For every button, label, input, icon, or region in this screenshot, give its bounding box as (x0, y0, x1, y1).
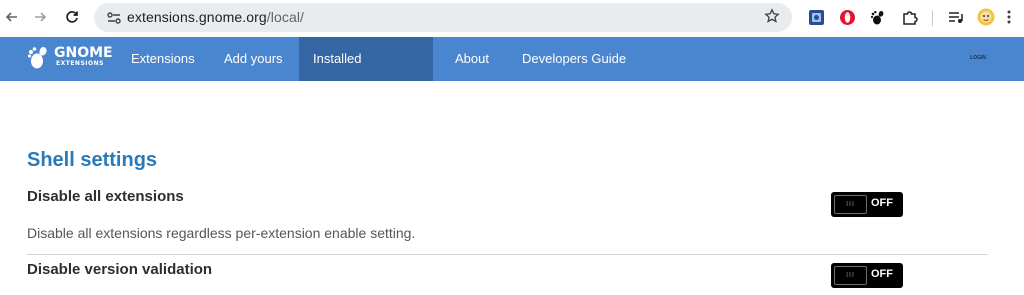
bookmark-star-icon[interactable] (764, 8, 780, 29)
settings-divider (27, 254, 988, 255)
toggle-state-label: OFF (871, 197, 893, 209)
site-settings-icon[interactable] (106, 10, 122, 26)
address-bar[interactable]: extensions.gnome.org/local/ (94, 3, 792, 32)
logo-subtext: EXTENSIONS (56, 60, 104, 67)
gnome-foot-icon[interactable] (868, 8, 886, 26)
toggle-knob[interactable]: III (834, 266, 867, 285)
extension-gnome-icon[interactable] (807, 8, 825, 26)
gnome-extensions-logo[interactable]: GNOME EXTENSIONS (26, 43, 113, 75)
profile-avatar-icon[interactable] (977, 8, 995, 26)
section-title: Shell settings (27, 149, 158, 171)
toggle-knob[interactable]: III (834, 195, 867, 214)
login-link[interactable]: LOGIN (970, 55, 986, 61)
site-header: GNOME EXTENSIONS Extensions Add yours In… (0, 37, 1024, 110)
kebab-menu-icon[interactable] (1003, 8, 1015, 26)
toggle-state-label: OFF (871, 268, 893, 280)
nav-add-yours[interactable]: Add yours (210, 37, 297, 81)
back-arrow-icon[interactable] (1, 6, 23, 28)
url-host: extensions.gnome.org (127, 9, 267, 25)
setting-title-disable-all: Disable all extensions (27, 188, 184, 205)
toggle-disable-all-extensions[interactable]: III OFF (831, 192, 903, 217)
nav-developers-guide[interactable]: Developers Guide (508, 37, 640, 81)
nav-about[interactable]: About (441, 37, 503, 81)
nav-installed-extensions[interactable]: Installed extensions (299, 37, 433, 110)
url-text: extensions.gnome.org/local/ (127, 9, 304, 25)
logo-text: GNOME (54, 45, 113, 61)
opera-icon[interactable] (838, 8, 856, 26)
setting-title-disable-version: Disable version validation (27, 261, 213, 278)
setting-description-disable-all: Disable all extensions regardless per-ex… (27, 225, 416, 241)
toolbar-separator (932, 10, 933, 26)
reload-icon[interactable] (61, 6, 83, 28)
forward-arrow-icon[interactable] (29, 6, 51, 28)
puzzle-icon[interactable] (900, 8, 918, 26)
media-queue-icon[interactable] (946, 8, 964, 26)
browser-toolbar: extensions.gnome.org/local/ (0, 0, 1024, 37)
url-path: /local/ (266, 9, 305, 25)
nav-extensions[interactable]: Extensions (117, 37, 209, 81)
toggle-disable-version-validation[interactable]: III OFF (831, 263, 903, 288)
gnome-foot-logo-icon (27, 47, 47, 69)
